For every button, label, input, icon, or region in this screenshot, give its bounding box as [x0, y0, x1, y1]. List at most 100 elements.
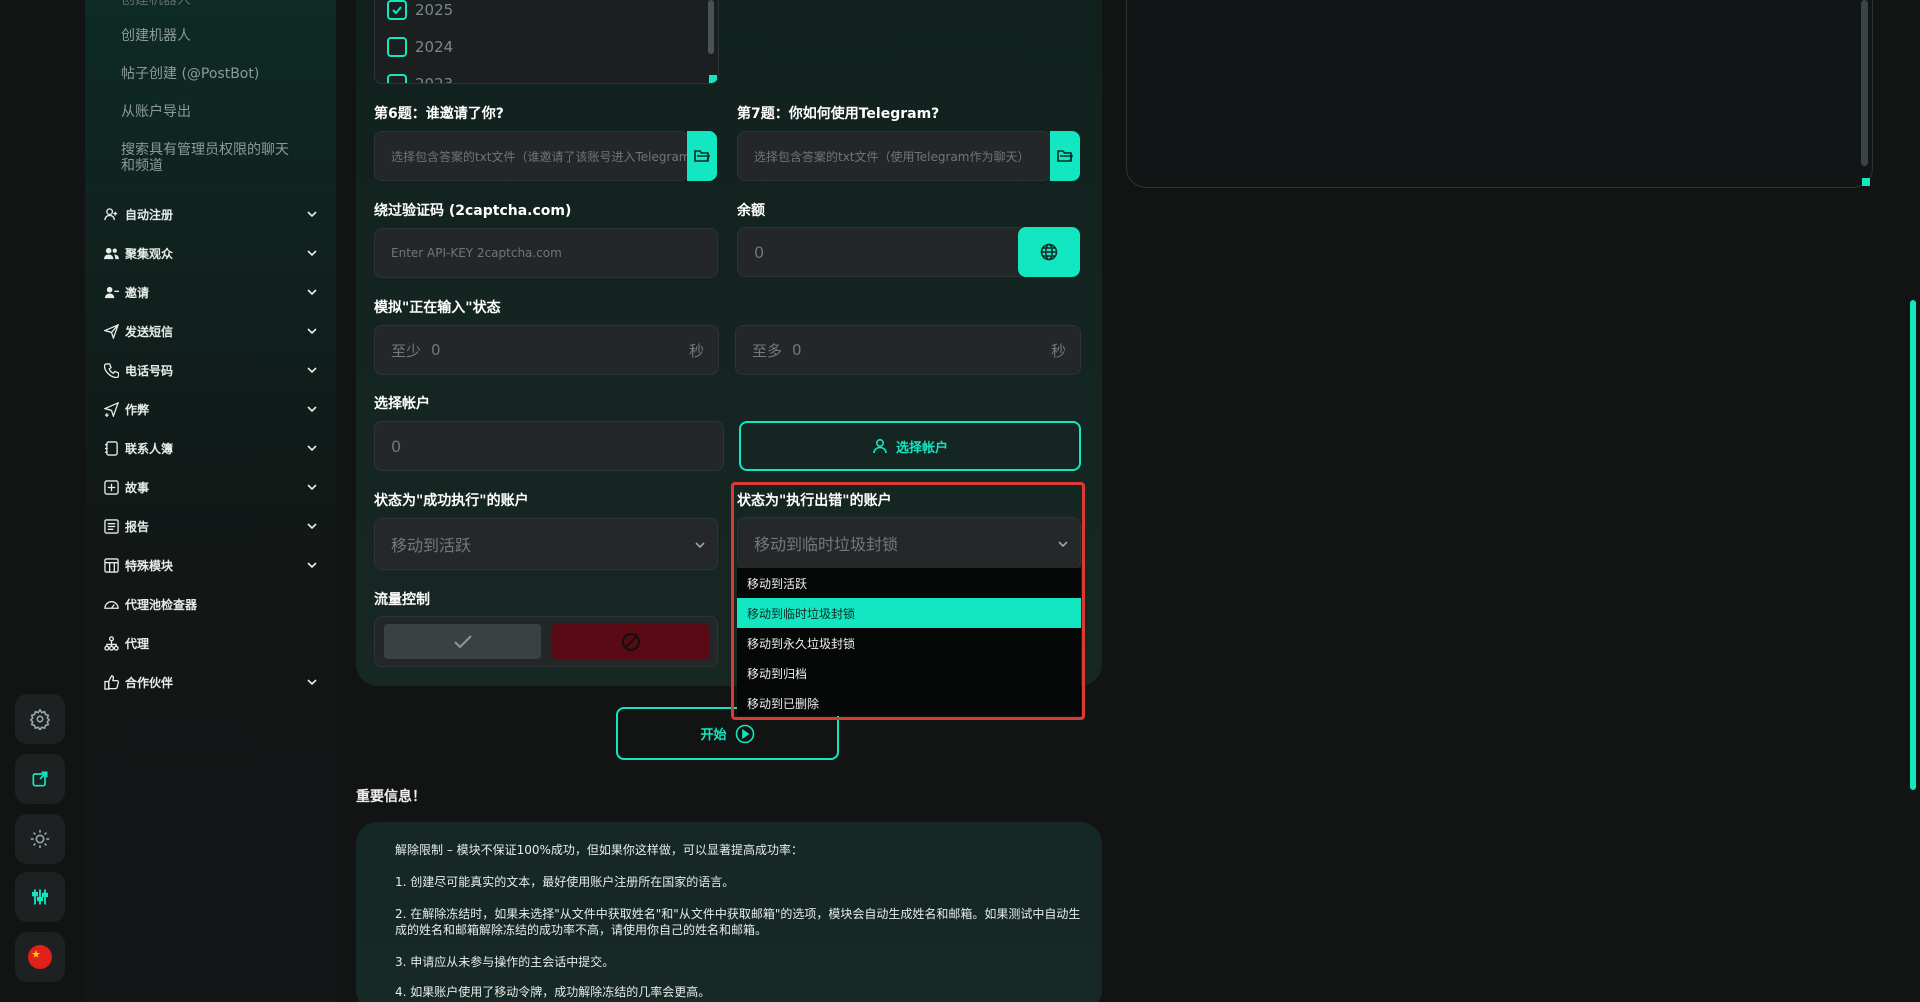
- sidebar-item-invite[interactable]: 邀请: [103, 280, 319, 304]
- sliders-icon: [32, 889, 48, 905]
- sidebar-item-label: 代理: [125, 636, 150, 651]
- chevron-down-icon: [307, 484, 317, 491]
- gear-icon: [29, 708, 51, 730]
- open-external-button[interactable]: [15, 754, 65, 804]
- sidebar-item-phone-numbers[interactable]: 电话号码: [103, 358, 319, 382]
- sidebar-item-special-modules[interactable]: 特殊模块: [103, 553, 319, 577]
- chevron-down-icon: [307, 523, 317, 530]
- check-icon: [453, 634, 472, 649]
- sidebar-sub-item-admin-search[interactable]: 搜索具有管理员权限的聊天和频道: [121, 142, 301, 174]
- grid-icon: [103, 557, 119, 573]
- chevron-down-icon: [307, 406, 317, 413]
- folder-open-icon: [1057, 150, 1073, 162]
- select-accounts-button[interactable]: 选择帐户: [739, 421, 1081, 471]
- sidebar-item-partners[interactable]: 合作伙伴: [103, 670, 319, 694]
- q6-browse-button[interactable]: [687, 131, 717, 181]
- sidebar-item-label: 作弊: [125, 402, 150, 417]
- china-flag-icon: [28, 945, 52, 969]
- sidebar-sub-item-export[interactable]: 从账户导出: [121, 104, 191, 120]
- q7-label: 第7题：你如何使用Telegram?: [737, 106, 940, 122]
- flow-disable-button[interactable]: [552, 624, 709, 659]
- send-icon: [103, 323, 119, 339]
- folder-open-icon: [694, 150, 710, 162]
- info-title: 重要信息！: [356, 789, 426, 805]
- success-status-select[interactable]: 移动到活跃: [374, 518, 718, 570]
- sidebar-item-contacts[interactable]: 联系人簿: [103, 436, 319, 460]
- year-label: 2025: [415, 1, 454, 19]
- sidebar-item-label: 联系人簿: [125, 441, 174, 456]
- sidebar-item-proxy-checker[interactable]: 代理池检查器: [103, 592, 319, 616]
- seconds-unit: 秒: [688, 341, 704, 360]
- preview-scrollbar[interactable]: [1861, 0, 1868, 166]
- typing-max-input[interactable]: 至多 0 秒: [735, 325, 1081, 375]
- year-option-2024[interactable]: 2024: [387, 37, 453, 57]
- theme-toggle-button[interactable]: [15, 814, 65, 864]
- users-icon: [103, 245, 119, 261]
- success-status-label: 状态为"成功执行"的账户: [374, 493, 529, 509]
- q7-file-input[interactable]: 选择包含答案的txt文件（使用Telegram作为聊天）: [737, 131, 1051, 181]
- year-option-2023[interactable]: 2023: [387, 74, 453, 83]
- sidebar-item-cheat[interactable]: 作弊: [103, 397, 319, 421]
- filters-button[interactable]: [15, 872, 65, 922]
- phone-icon: [103, 362, 119, 378]
- seconds-unit: 秒: [1050, 341, 1066, 360]
- success-status-value: 移动到活跃: [391, 536, 472, 555]
- q6-file-input[interactable]: 选择包含答案的txt文件（谁邀请了该账号进入Telegram）: [374, 131, 688, 181]
- block-icon: [621, 632, 640, 651]
- info-line: 2. 在解除冻结时，如果未选择"从文件中获取姓名"和"从文件中获取邮箱"的选项，…: [395, 907, 1081, 937]
- contacts-icon: [103, 440, 119, 456]
- settings-button[interactable]: [15, 694, 65, 744]
- preview-panel: [1126, 0, 1873, 188]
- sidebar-item-proxy[interactable]: 代理: [103, 631, 319, 655]
- sidebar-item-auto-register[interactable]: 自动注册: [103, 202, 319, 226]
- language-button[interactable]: [15, 932, 65, 982]
- checkbox-checked-icon[interactable]: [387, 0, 407, 20]
- highlight-box: [731, 482, 1085, 720]
- check-balance-button[interactable]: [1018, 227, 1080, 277]
- sidebar-item-reports[interactable]: 报告: [103, 514, 319, 538]
- captcha-api-key-input[interactable]: Enter API-KEY 2captcha.com: [374, 228, 718, 278]
- flow-control-label: 流量控制: [374, 592, 430, 608]
- sidebar-item-label: 故事: [125, 480, 150, 495]
- sidebar-item-label: 邀请: [125, 285, 150, 300]
- chevron-down-icon: [307, 250, 317, 257]
- year-option-2025[interactable]: 2025: [387, 0, 453, 20]
- flow-enable-button[interactable]: [384, 624, 541, 659]
- plus-square-icon: [103, 479, 119, 495]
- max-value: 0: [792, 341, 802, 359]
- sidebar-item-label: 特殊模块: [125, 558, 174, 573]
- chevron-down-icon: [307, 289, 317, 296]
- typing-min-input[interactable]: 至少 0 秒: [374, 325, 719, 375]
- sidebar-sub-item-post-bot[interactable]: 帖子创建 (@PostBot): [121, 66, 259, 82]
- sidebar-sub-item-cut[interactable]: 创建机器人: [121, 0, 191, 8]
- sidebar-item-label: 发送短信: [125, 324, 174, 339]
- info-line: 4. 如果账户使用了移动令牌，成功解除冻结的几率会更高。: [395, 985, 711, 999]
- sidebar-item-send-message[interactable]: 发送短信: [103, 319, 319, 343]
- min-prefix: 至少: [391, 341, 422, 360]
- sidebar: 创建机器人 创建机器人 帖子创建 (@PostBot) 从账户导出 搜索具有管理…: [85, 0, 336, 1002]
- q7-browse-button[interactable]: [1050, 131, 1080, 181]
- year-label: 2024: [415, 38, 454, 56]
- globe-icon: [1040, 243, 1058, 261]
- checkbox-unchecked-icon[interactable]: [387, 74, 407, 83]
- sidebar-item-stories[interactable]: 故事: [103, 475, 319, 499]
- chevron-down-icon: [307, 211, 317, 218]
- resize-handle-icon[interactable]: [709, 75, 717, 83]
- chevron-down-icon: [307, 562, 317, 569]
- page-scrollbar[interactable]: [1910, 300, 1916, 790]
- sidebar-item-gather-audience[interactable]: 聚集观众: [103, 241, 319, 265]
- accounts-label: 选择帐户: [374, 396, 430, 412]
- sidebar-item-label: 报告: [125, 519, 150, 534]
- sidebar-sub-item-create-bot[interactable]: 创建机器人: [121, 28, 191, 44]
- resize-handle-icon[interactable]: [1862, 178, 1870, 186]
- captcha-label: 绕过验证码 (2captcha.com): [374, 203, 572, 219]
- info-box: 解除限制 – 模块不保证100%成功，但如果你这样做，可以显著提高成功率： 1.…: [356, 822, 1102, 1002]
- chevron-down-icon: [695, 542, 705, 549]
- info-line: 解除限制 – 模块不保证100%成功，但如果你这样做，可以显著提高成功率：: [395, 843, 803, 857]
- balance-value: 0: [737, 227, 1029, 277]
- checkbox-unchecked-icon[interactable]: [387, 37, 407, 57]
- typing-label: 模拟"正在输入"状态: [374, 300, 501, 316]
- flow-control-toggle: [374, 616, 718, 667]
- sidebar-item-label: 自动注册: [125, 207, 174, 222]
- year-list-scrollbar[interactable]: [708, 0, 714, 54]
